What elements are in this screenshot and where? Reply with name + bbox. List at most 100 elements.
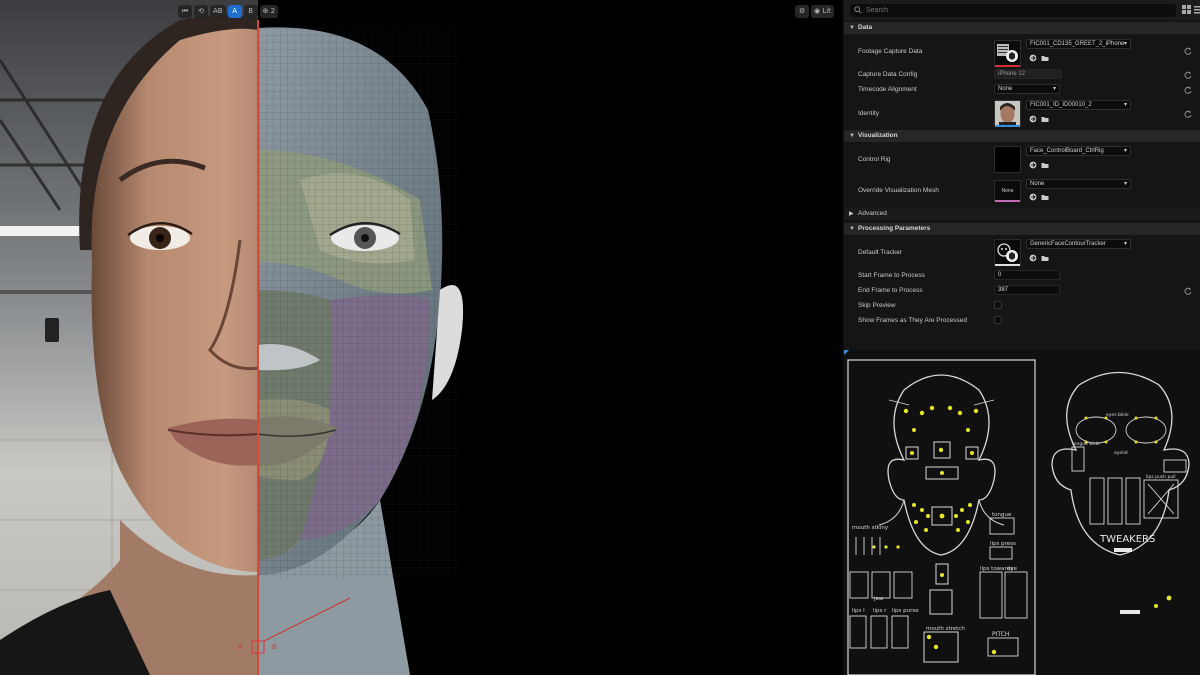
footage-half [0,0,258,675]
show-frames-checkbox[interactable] [994,316,1002,324]
override-visualization-mesh-label: Override Visualization Mesh [858,187,939,194]
timecode-alignment-combo[interactable]: None ▾ [994,84,1060,94]
category-data[interactable]: ▼ Data [844,22,1200,34]
override-visualization-mesh-combo[interactable]: None ▾ [1026,179,1131,189]
control-board-canvas[interactable]: mouth stkiny lips l lips r lips purse mo… [844,350,1200,675]
timecode-alignment-label: Timecode Alignment [858,86,917,93]
identity-label: Identity [858,110,879,117]
tweakers-title: TWEAKERS [1099,534,1155,545]
category-data-label: Data [858,24,873,31]
reset-arrow-icon[interactable] [1184,47,1192,55]
category-processing-label: Processing Parameters [858,225,931,232]
control-rig-combo[interactable]: Face_ControlBoard_CtrlRig ▾ [1026,146,1131,156]
category-visualization[interactable]: ▼ Visualization [844,130,1200,142]
board-label-pitch: PITCH [992,631,1009,638]
lit-mode-button[interactable]: ◉ Lit [811,4,834,18]
view-b-button[interactable]: B [243,4,258,18]
prev-frame-button[interactable]: ⏮ [178,4,192,18]
end-frame-input[interactable]: 387 [994,285,1060,295]
chevron-down-icon: ▾ [1123,148,1127,154]
board-label-lips-l: lips l [852,608,865,614]
board-label-mouth-stickiness: mouth stkiny [852,525,889,531]
viewport-toolbar-left: ⏮ ⟲ AB A B ⊕ 2 [178,4,279,18]
mesh-half [258,0,518,675]
viewport-scene[interactable] [0,0,842,675]
board-label-lips-purse: lips purse [892,608,919,614]
settings-icon[interactable] [1194,5,1200,14]
browse-arrow-icon[interactable] [1029,254,1037,262]
board-label-mouth-stretch: mouth stretch [926,626,965,632]
browse-folder-icon[interactable] [1041,254,1049,262]
control-rig-thumbnail[interactable] [994,146,1021,173]
details-search-input[interactable] [866,4,1166,17]
browse-arrow-icon[interactable] [1029,193,1037,201]
start-frame-label: Start Frame to Process [858,272,925,279]
category-advanced[interactable]: ▶ Advanced [844,208,1200,220]
board-label-lips-press: lips press [990,541,1016,547]
override-visualization-mesh-value: None [1030,181,1045,187]
details-search-box[interactable] [850,4,1176,17]
split-label-b: B [272,643,277,651]
board-label-tongue-wide: tongue wide [1072,441,1100,447]
view-a-button[interactable]: A [227,4,242,18]
control-board-panel[interactable]: mouth stkiny lips l lips r lips purse mo… [842,350,1200,675]
control-rig-value: Face_ControlBoard_CtrlRig [1030,148,1104,154]
board-label-tongue: tongue [992,512,1012,518]
details-panel: ▼ Data Footage Capture Data FIC001_CD135… [842,0,1200,350]
board-label-jaw: jaw [873,596,884,602]
default-tracker-combo[interactable]: GenericFaceContourTracker ▾ [1026,239,1131,249]
tweakers-face-outline [1051,371,1190,556]
footage-capture-data-combo[interactable]: FIC001_CD135_GREET_2_iPhone ▾ [1026,39,1131,49]
default-tracker-thumbnail[interactable] [994,239,1021,266]
reset-arrow-icon[interactable] [1184,287,1192,295]
details-search-row [844,0,1200,20]
reset-arrow-icon[interactable] [1184,110,1192,118]
footage-asset-icon [997,44,1018,62]
category-visualization-label: Visualization [858,132,898,139]
board-label-eye: eye [1007,566,1018,572]
reset-arrow-icon[interactable] [1184,71,1192,79]
chevron-down-icon: ▼ [849,133,855,139]
override-mesh-thumb-text: None [1001,188,1014,194]
browse-folder-icon[interactable] [1041,115,1049,123]
identity-thumbnail[interactable] [994,100,1021,127]
camera-count-button[interactable]: ⊕ 2 [259,4,279,18]
browse-folder-icon[interactable] [1041,193,1049,201]
end-frame-label: End Frame to Process [858,287,923,294]
browse-arrow-icon[interactable] [1029,115,1037,123]
timecode-alignment-value: None [998,86,1013,92]
board-label-eyes-blink: eyes blink [1106,412,1129,418]
viewport-settings-button[interactable]: ⚙ [795,4,809,18]
identity-value: FIC001_ID_ID00010_2 [1030,102,1092,108]
ab-view-button[interactable]: AB [210,4,226,18]
browse-arrow-icon[interactable] [1029,161,1037,169]
override-visualization-mesh-thumbnail[interactable]: None [994,180,1021,202]
tracker-asset-icon [997,243,1018,262]
chevron-down-icon: ▾ [1123,102,1127,108]
reset-view-button[interactable]: ⟲ [194,4,208,18]
footage-capture-data-thumbnail[interactable] [994,40,1021,67]
footage-capture-data-label: Footage Capture Data [858,48,923,55]
viewport[interactable]: ⏮ ⟲ AB A B ⊕ 2 ⚙ ◉ Lit A B [0,0,842,675]
category-advanced-label: Advanced [858,210,887,217]
view-options-icon[interactable] [1182,5,1191,14]
reset-arrow-icon[interactable] [1184,86,1192,94]
show-frames-label: Show Frames as They Are Processed [858,317,967,324]
skip-preview-checkbox[interactable] [994,301,1002,309]
default-tracker-value: GenericFaceContourTracker [1030,241,1106,247]
start-frame-input[interactable]: 0 [994,270,1060,280]
capture-data-config-field: iPhone 12 [994,69,1062,79]
identity-combo[interactable]: FIC001_ID_ID00010_2 ▾ [1026,100,1131,110]
split-label-a: A [238,643,243,651]
browse-arrow-icon[interactable] [1029,54,1037,62]
chevron-down-icon: ▼ [849,25,855,31]
category-processing-parameters[interactable]: ▼ Processing Parameters [844,223,1200,235]
viewport-toolbar-right: ⚙ ◉ Lit [795,4,834,18]
search-icon [854,6,862,14]
chevron-down-icon: ▾ [1123,41,1127,47]
control-rig-label: Control Rig [858,156,891,163]
chevron-down-icon: ▾ [1123,181,1127,187]
browse-folder-icon[interactable] [1041,54,1049,62]
capture-data-config-label: Capture Data Config [858,71,918,78]
browse-folder-icon[interactable] [1041,161,1049,169]
